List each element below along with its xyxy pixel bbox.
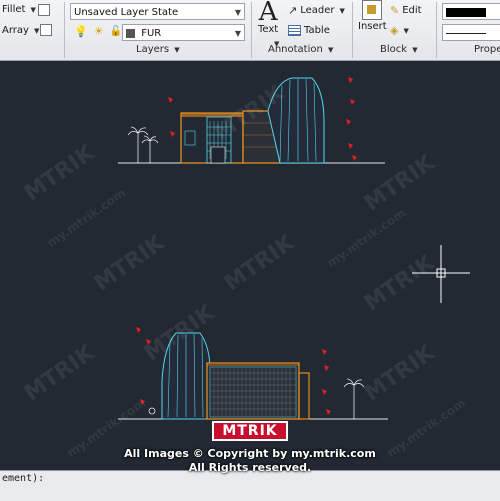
block-panel-label[interactable]: Block ▼ xyxy=(380,44,418,55)
chevron-down-icon: ▼ xyxy=(403,26,409,35)
table-label: Table xyxy=(304,25,330,36)
crosshair-cursor xyxy=(412,245,470,303)
modify-tool-icon[interactable] xyxy=(40,24,52,36)
linetype-dropdown[interactable] xyxy=(442,24,500,41)
separator xyxy=(352,2,353,58)
ribbon: Fillet ▼ Array ▼ Unsaved Layer State ▼ 💡… xyxy=(0,0,500,61)
lightbulb-icon[interactable]: 💡 xyxy=(74,25,88,38)
edit-block-icon: ✎ xyxy=(390,4,400,17)
edit-block-button[interactable]: ✎ Edit xyxy=(390,4,422,17)
separator xyxy=(251,2,252,58)
linetype-swatch xyxy=(446,32,486,34)
palm-tree xyxy=(127,126,159,163)
text-large-icon: A xyxy=(258,0,278,27)
text-button[interactable]: A Text xyxy=(258,0,278,35)
table-icon xyxy=(288,25,301,36)
layers-panel-label[interactable]: Layers ▼ xyxy=(136,44,180,55)
window xyxy=(184,130,196,146)
properties-panel-label[interactable]: Prope xyxy=(474,44,500,55)
drawing-canvas[interactable]: MTRIK MTRIK MTRIK MTRIK MTRIK MTRIK MTRI… xyxy=(0,61,500,470)
logo-text: MTRIK xyxy=(222,423,278,439)
entrance-door xyxy=(210,146,226,164)
chevron-down-icon: ▼ xyxy=(234,8,241,17)
text-label: Text xyxy=(258,24,279,35)
insert-block-icon xyxy=(362,0,383,20)
insert-button[interactable]: Insert xyxy=(358,0,387,32)
cad-drawing xyxy=(118,77,470,420)
chevron-down-icon: ▼ xyxy=(234,29,241,38)
fillet-label: Fillet xyxy=(2,4,26,15)
chevron-down-icon: ▼ xyxy=(328,46,334,54)
bottom-elevation xyxy=(118,327,388,420)
color-dropdown[interactable] xyxy=(442,3,500,20)
attribute-icon: ◈ xyxy=(390,24,399,37)
layer-color-swatch xyxy=(126,28,135,38)
array-button[interactable]: Array ▼ xyxy=(2,25,39,36)
mtrik-logo: MTRIK xyxy=(212,421,288,441)
copyright-line-1: All Images © Copyright by my.mtrik.com xyxy=(124,447,376,460)
insert-label: Insert xyxy=(358,21,387,32)
copyright-line-2: All Rights reserved. xyxy=(188,461,312,474)
annotation-panel-title: Annotation xyxy=(268,44,323,55)
current-layer-value: FUR xyxy=(141,28,162,39)
layer-state-value: Unsaved Layer State xyxy=(74,7,179,18)
table-button[interactable]: Table xyxy=(288,25,330,36)
leader-label: Leader xyxy=(300,5,335,16)
command-line[interactable]: ement): xyxy=(0,470,500,501)
modify-tool-icon[interactable] xyxy=(38,4,50,16)
properties-panel-title: Prope xyxy=(474,44,500,55)
block-attributes-button[interactable]: ◈ ▼ xyxy=(390,24,409,37)
layer-state-dropdown[interactable]: Unsaved Layer State ▼ xyxy=(70,3,245,20)
chevron-down-icon: ▼ xyxy=(412,46,418,54)
edit-label: Edit xyxy=(402,5,422,16)
top-elevation xyxy=(118,77,385,164)
command-prompt: ement): xyxy=(2,473,45,484)
annotation-panel-label[interactable]: Annotation ▼ xyxy=(268,44,333,55)
chevron-down-icon[interactable]: ▼ xyxy=(30,6,35,14)
block-panel-title: Block xyxy=(380,44,408,55)
chevron-down-icon[interactable]: ▼ xyxy=(34,27,39,35)
separator xyxy=(64,2,65,58)
current-layer-dropdown[interactable]: FUR ▼ xyxy=(122,24,245,41)
right-wing xyxy=(298,372,310,420)
lock-icon[interactable]: 🔓 xyxy=(110,26,122,37)
leader-button[interactable]: ↗ Leader ▼ xyxy=(288,4,345,17)
color-swatch xyxy=(446,7,486,17)
sun-icon[interactable]: ☀ xyxy=(94,25,104,38)
fillet-button[interactable]: Fillet ▼ xyxy=(2,4,36,15)
leader-icon: ↗ xyxy=(288,4,298,17)
chevron-down-icon: ▼ xyxy=(174,46,180,54)
array-label: Array xyxy=(2,25,29,36)
separator xyxy=(436,2,437,58)
parapet xyxy=(181,113,243,117)
layer-status-icons: 💡 ☀ 🔓 xyxy=(74,25,122,38)
layers-panel-title: Layers xyxy=(136,44,170,55)
chevron-down-icon: ▼ xyxy=(339,6,345,15)
